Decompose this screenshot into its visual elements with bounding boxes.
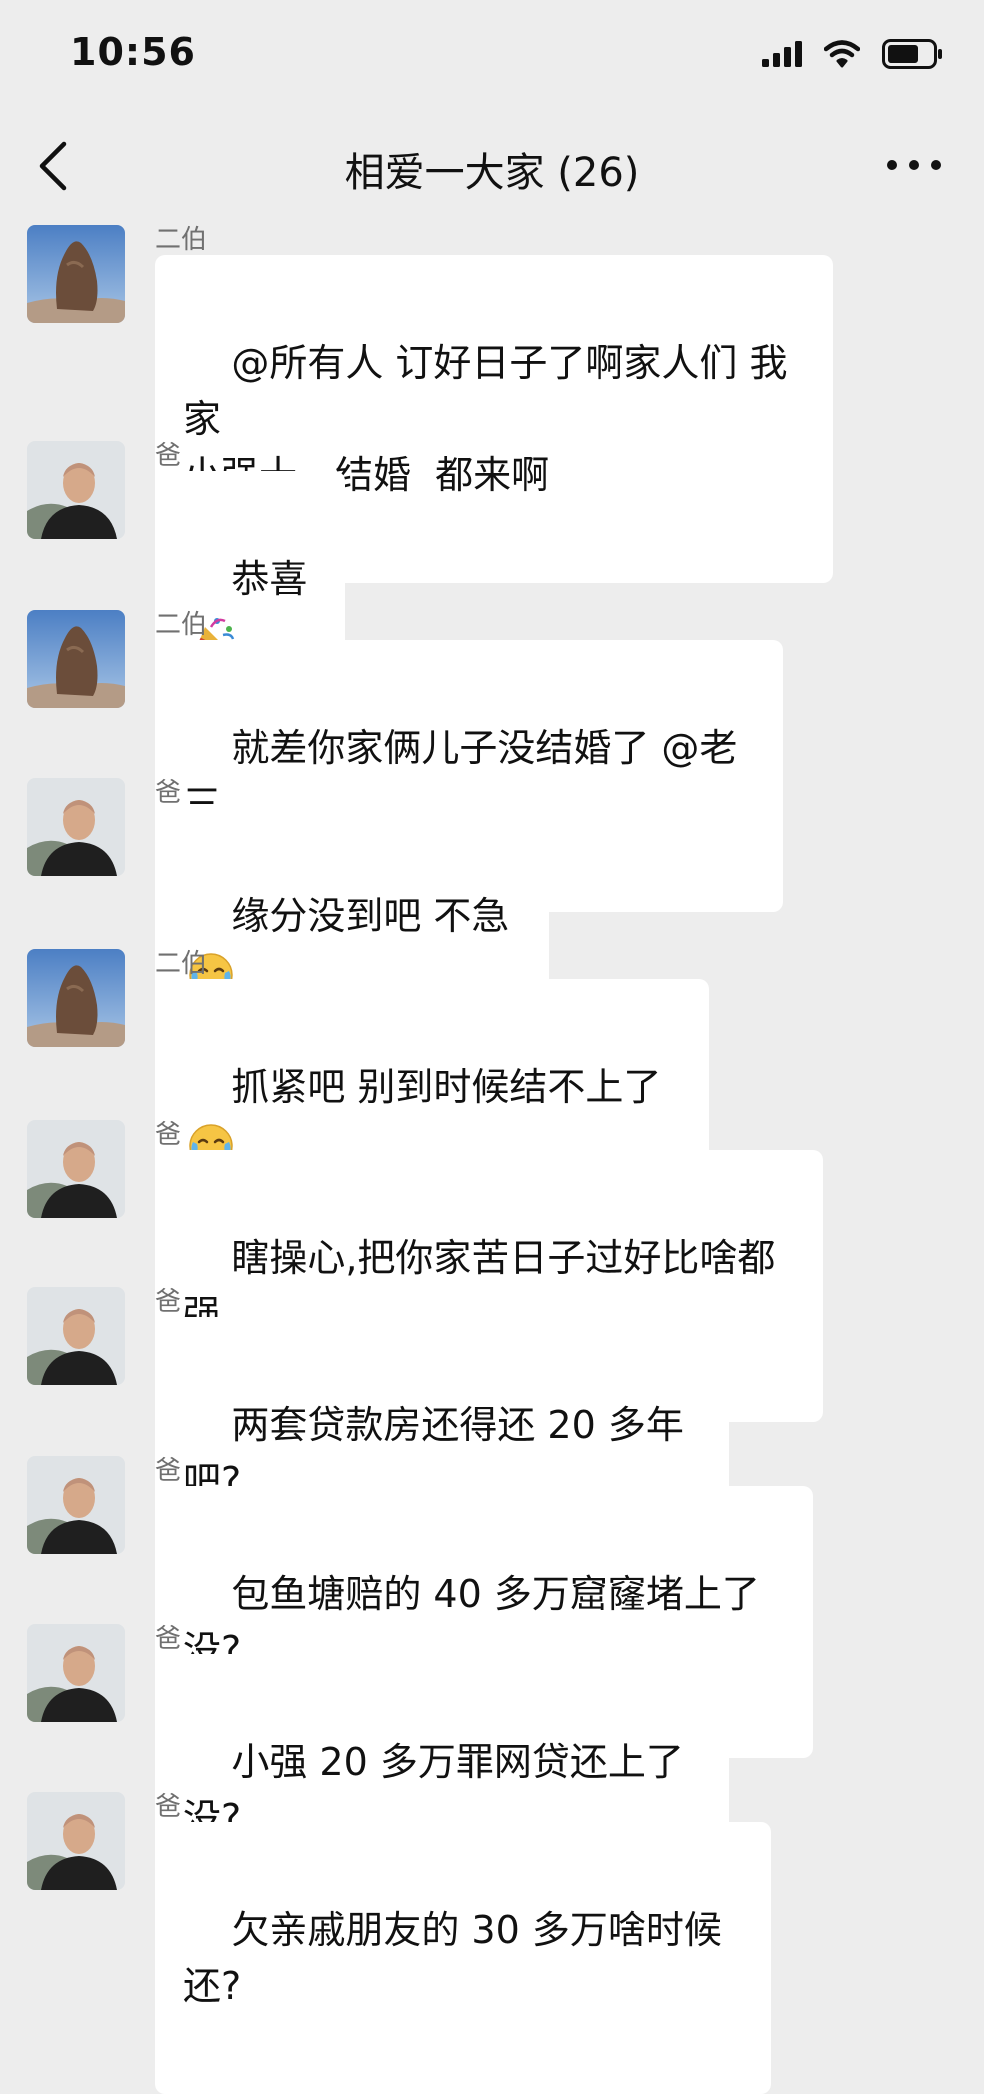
message-text: 恭喜	[231, 557, 308, 601]
avatar-dad[interactable]	[27, 778, 125, 876]
avatar-dad[interactable]	[27, 1792, 125, 1890]
message-text: 缘分没到吧 不急	[231, 894, 510, 938]
chat-title: 相爱一大家 (26)	[344, 150, 640, 196]
more-icon[interactable]	[884, 155, 944, 175]
avatar-erbo[interactable]	[27, 225, 125, 323]
avatar-dad[interactable]	[27, 1624, 125, 1722]
avatar-erbo[interactable]	[27, 610, 125, 708]
avatar-erbo[interactable]	[27, 949, 125, 1047]
message-text: 抓紧吧 别到时候结不上了	[231, 1065, 662, 1109]
sender-name: 爸	[155, 1624, 182, 1654]
chat-header: 相爱一大家 (26)	[0, 110, 984, 220]
sender-name: 爸	[155, 441, 182, 471]
message-bubble[interactable]: 欠亲戚朋友的 30 多万啥时候还?	[155, 1822, 771, 2094]
sender-name: 爸	[155, 1287, 182, 1317]
message-text: 欠亲戚朋友的 30 多万啥时候还?	[183, 1908, 722, 2008]
battery-icon	[882, 39, 942, 69]
wifi-icon	[824, 40, 860, 68]
status-bar: 10:56	[0, 0, 984, 110]
avatar-dad[interactable]	[27, 441, 125, 539]
avatar-dad[interactable]	[27, 1120, 125, 1218]
sender-name: 二伯	[155, 225, 208, 255]
status-time: 10:56	[70, 30, 196, 74]
sender-name: 二伯	[155, 949, 208, 979]
avatar-dad[interactable]	[27, 1287, 125, 1385]
sender-name: 二伯	[155, 610, 208, 640]
sender-name: 爸	[155, 1120, 182, 1150]
status-icons	[762, 36, 944, 72]
sender-name: 爸	[155, 1456, 182, 1486]
avatar-dad[interactable]	[27, 1456, 125, 1554]
signal-icon	[762, 41, 802, 67]
sender-name: 爸	[155, 778, 182, 808]
sender-name: 爸	[155, 1792, 182, 1822]
